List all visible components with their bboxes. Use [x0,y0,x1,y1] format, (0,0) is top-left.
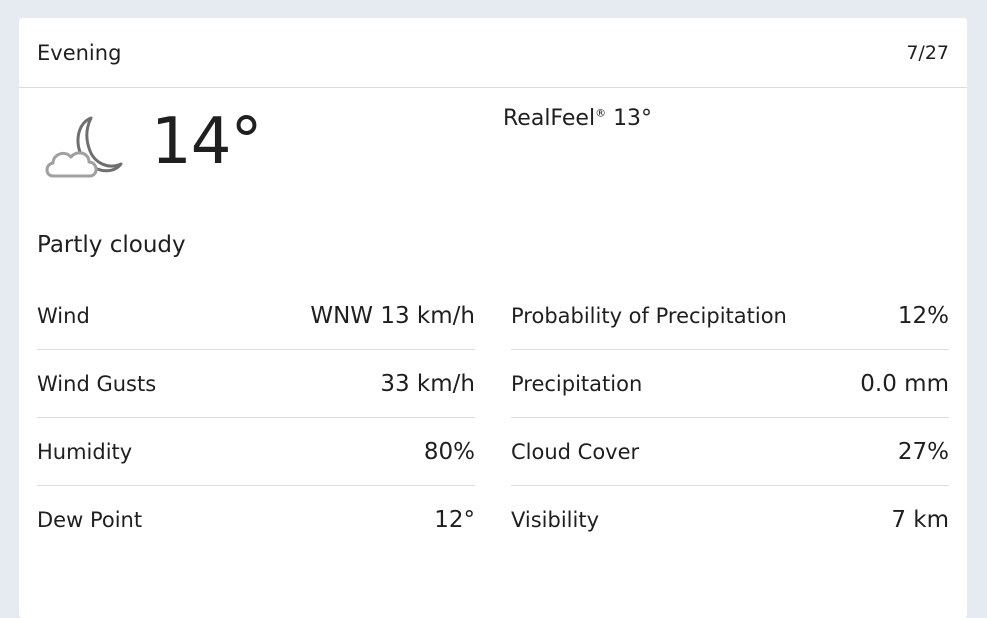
date-label: 7/27 [906,41,949,64]
detail-value: 12° [434,507,475,533]
weather-card: Evening 7/27 14° RealFeel® 13° Partly cl… [19,18,967,618]
details-left-panel: Wind WNW 13 km/h Wind Gusts 33 km/h Humi… [37,282,475,554]
realfeel-trademark: ® [595,106,607,120]
detail-value: 27% [897,438,949,465]
detail-value: 7 km [891,507,949,533]
detail-row-humidity: Humidity 80% [37,418,475,486]
detail-label: Precipitation [511,371,643,396]
detail-value: 33 km/h [380,370,475,397]
condition-phrase: Partly cloudy [37,232,186,258]
detail-row-precip-probability: Probability of Precipitation 12% [511,282,949,350]
detail-row-wind: Wind WNW 13 km/h [37,282,475,350]
realfeel-value: 13° [613,106,653,131]
detail-label: Wind Gusts [37,371,157,396]
card-header: Evening 7/27 [19,18,967,88]
partly-cloudy-night-icon [45,116,123,178]
detail-label: Probability of Precipitation [511,303,787,328]
detail-row-wind-gusts: Wind Gusts 33 km/h [37,350,475,418]
detail-row-precipitation: Precipitation 0.0 mm [511,350,949,418]
realfeel: RealFeel® 13° [503,106,652,131]
current-conditions: 14° RealFeel® 13° [19,88,967,214]
detail-label: Dew Point [37,508,143,532]
detail-label: Wind [37,303,90,328]
detail-row-visibility: Visibility 7 km [511,486,949,554]
detail-row-cloud-cover: Cloud Cover 27% [511,418,949,486]
detail-value: 12% [897,302,949,329]
current-temperature: 14° [151,105,262,179]
detail-label: Visibility [511,508,600,532]
detail-label: Cloud Cover [511,439,640,464]
detail-label: Humidity [37,439,133,464]
detail-value: 80% [423,438,475,465]
detail-value: 0.0 mm [860,370,949,397]
details-right-panel: Probability of Precipitation 12% Precipi… [511,282,949,554]
period-label: Evening [37,40,122,65]
realfeel-label: RealFeel [503,106,596,131]
detail-row-dew-point: Dew Point 12° [37,486,475,554]
detail-value: WNW 13 km/h [310,302,475,329]
